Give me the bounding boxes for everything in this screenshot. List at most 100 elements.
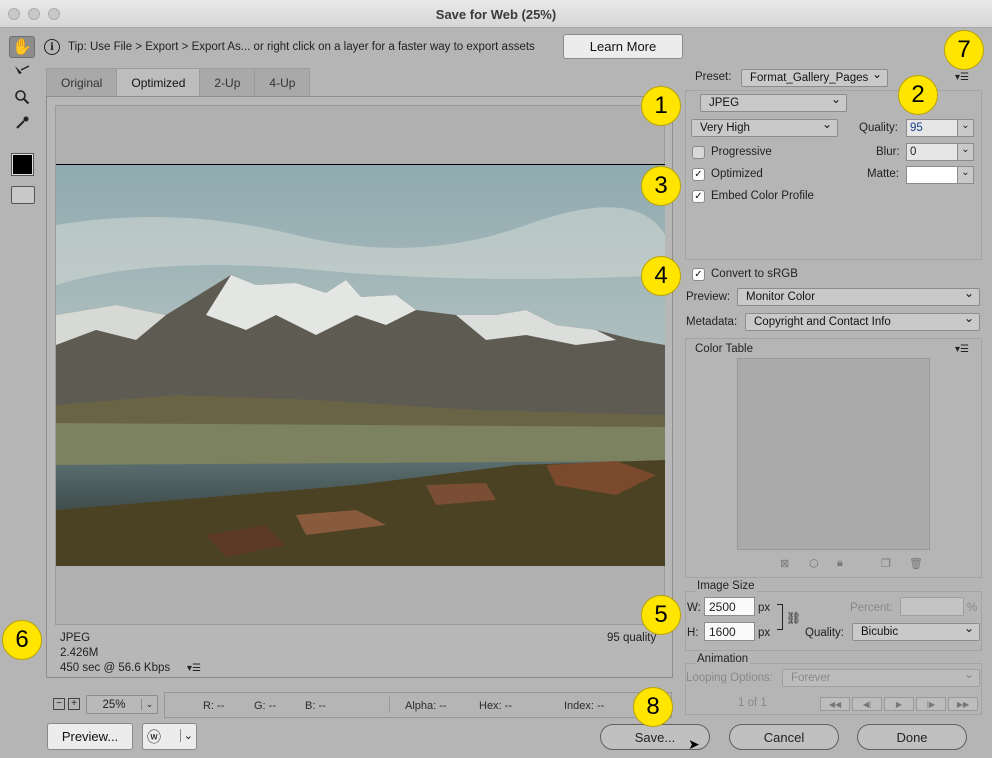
learn-more-button[interactable]: Learn More [563, 34, 683, 59]
resample-quality-select[interactable]: Bicubic [852, 621, 980, 641]
chevron-down-icon[interactable]: ⌄ [958, 119, 974, 137]
annotation-badge-1: 1 [641, 86, 681, 126]
help-globe-icon: ⓦ [147, 728, 161, 745]
frame-counter: 1 of 1 [738, 697, 767, 709]
looping-options-select[interactable]: Forever [782, 667, 980, 687]
device-central-button[interactable]: ⓦ ⌄ [142, 723, 197, 750]
first-frame-button[interactable]: ◀◀ [820, 697, 850, 711]
metadata-select[interactable]: Copyright and Contact Info [745, 311, 980, 331]
output-quality: 95 quality [607, 632, 657, 644]
quality-combo[interactable]: 95 ⌄ [906, 119, 974, 137]
embed-color-profile-checkbox[interactable]: ✓ [692, 190, 705, 203]
color-table[interactable] [737, 358, 930, 550]
tab-4-up[interactable]: 4-Up [254, 68, 311, 96]
link-icon[interactable]: ⛓︎ [786, 611, 801, 625]
lock-icon[interactable]: 🔒︎ [837, 557, 843, 570]
red-value: R: -- [203, 700, 225, 712]
animation-title: Animation [695, 653, 751, 665]
annotation-badge-8: 8 [633, 687, 673, 727]
previous-frame-button[interactable]: ◀| [852, 697, 882, 711]
convert-srgb-checkbox[interactable]: ✓ [692, 268, 705, 281]
zoom-level-value: 25% [102, 698, 126, 711]
view-tabs: Original Optimized 2-Up 4-Up [46, 68, 311, 96]
last-frame-button[interactable]: ▶▶ [948, 697, 978, 711]
new-color-icon[interactable]: ❐ [881, 557, 891, 570]
quality-label: Quality: [859, 122, 898, 134]
height-input[interactable]: 1600 [704, 622, 755, 641]
progressive-label: Progressive [711, 146, 772, 158]
blur-combo[interactable]: 0 ⌄ [906, 143, 974, 161]
image-size-title: Image Size [695, 580, 757, 592]
format-select[interactable]: JPEG [700, 92, 847, 112]
info-icon: i [44, 39, 60, 55]
annotation-badge-7: 7 [944, 30, 984, 70]
hand-tool-icon[interactable]: ✋ [9, 36, 35, 58]
compression-quality-select[interactable]: Very High [691, 117, 838, 137]
percent-label: Percent: [850, 602, 893, 614]
chevron-down-icon[interactable]: ⌄ [958, 166, 974, 184]
zoom-out-button[interactable]: − [53, 698, 65, 710]
tab-original[interactable]: Original [46, 68, 118, 96]
preview-color-select[interactable]: Monitor Color [737, 286, 980, 306]
alpha-value: Alpha: -- [405, 700, 447, 712]
cube-icon[interactable]: ⬡ [809, 557, 819, 570]
tip-bar: i Tip: Use File > Export > Export As... … [44, 34, 535, 60]
annotation-badge-4: 4 [641, 256, 681, 296]
color-table-menu-icon[interactable]: ▾☰ [955, 344, 969, 355]
toggle-slices-visibility-icon[interactable] [11, 186, 35, 204]
color-table-label: Color Table [695, 343, 753, 355]
blur-value[interactable]: 0 [906, 143, 958, 161]
metadata-label: Metadata: [686, 316, 738, 328]
tab-optimized[interactable]: Optimized [116, 68, 201, 96]
chevron-down-icon: ⌄ [179, 729, 193, 742]
matte-combo[interactable]: ⌄ [906, 166, 974, 184]
annotation-badge-3: 3 [641, 166, 681, 206]
looping-options-label: Looping Options: [686, 672, 773, 684]
save-for-web-dialog: ✋ i Tip: Use File > Export > Export As..… [0, 28, 992, 758]
height-label: H: [687, 627, 699, 639]
resample-quality-label: Quality: [805, 627, 844, 639]
progressive-checkbox[interactable] [692, 146, 705, 159]
chevron-down-icon[interactable]: ⌄ [958, 143, 974, 161]
matte-color-swatch[interactable] [906, 166, 958, 184]
output-file-size: 2.426M [60, 647, 99, 659]
optimize-menu-icon[interactable]: ▾☰ [955, 72, 969, 83]
cancel-button[interactable]: Cancel [729, 724, 839, 750]
web-shift-icon[interactable]: ⊠ [780, 557, 789, 570]
slice-select-tool-icon[interactable] [9, 61, 35, 83]
embed-color-profile-label: Embed Color Profile [711, 190, 814, 202]
play-button[interactable]: ▶ [884, 697, 914, 711]
optimized-checkbox[interactable]: ✓ [692, 168, 705, 181]
hex-value: Hex: -- [479, 700, 512, 712]
width-unit: px [758, 602, 771, 614]
output-format: JPEG [60, 632, 91, 644]
download-time: 450 sec @ 56.6 Kbps [60, 662, 171, 674]
preview-color-value: Monitor Color [746, 291, 816, 303]
done-button[interactable]: Done [857, 724, 967, 750]
metadata-value: Copyright and Contact Info [754, 316, 891, 328]
quality-value[interactable]: 95 [906, 119, 958, 137]
percent-input[interactable] [900, 597, 964, 616]
tab-2-up[interactable]: 2-Up [199, 68, 256, 96]
preview-button[interactable]: Preview... [47, 723, 133, 750]
preview-label: Preview: [686, 291, 731, 303]
eyedropper-color-swatch[interactable] [11, 153, 34, 176]
eyedropper-tool-icon[interactable] [9, 112, 35, 134]
download-speed-menu-icon[interactable]: ▾☰ [187, 663, 201, 674]
preset-value: Format_Gallery_Pages [750, 72, 869, 84]
resample-quality-value: Bicubic [861, 626, 899, 638]
zoom-in-button[interactable]: + [68, 698, 80, 710]
blue-value: B: -- [305, 700, 326, 712]
annotation-badge-2: 2 [898, 75, 938, 115]
preset-select[interactable]: Format_Gallery_Pages [741, 67, 888, 87]
next-frame-button[interactable]: |▶ [916, 697, 946, 711]
zoom-level-select[interactable]: 25% ⌄ [86, 695, 158, 714]
width-label: W: [687, 602, 701, 614]
looping-options-value: Forever [791, 672, 831, 684]
zoom-tool-icon[interactable] [9, 86, 35, 108]
image-canvas[interactable] [55, 105, 665, 625]
trash-icon[interactable]: 🗑︎ [909, 557, 923, 570]
width-input[interactable]: 2500 [704, 597, 755, 616]
preview-panel: JPEG 2.426M 450 sec @ 56.6 Kbps ▾☰ 95 qu… [46, 96, 673, 678]
title-bar: Save for Web (25%) [0, 0, 992, 28]
